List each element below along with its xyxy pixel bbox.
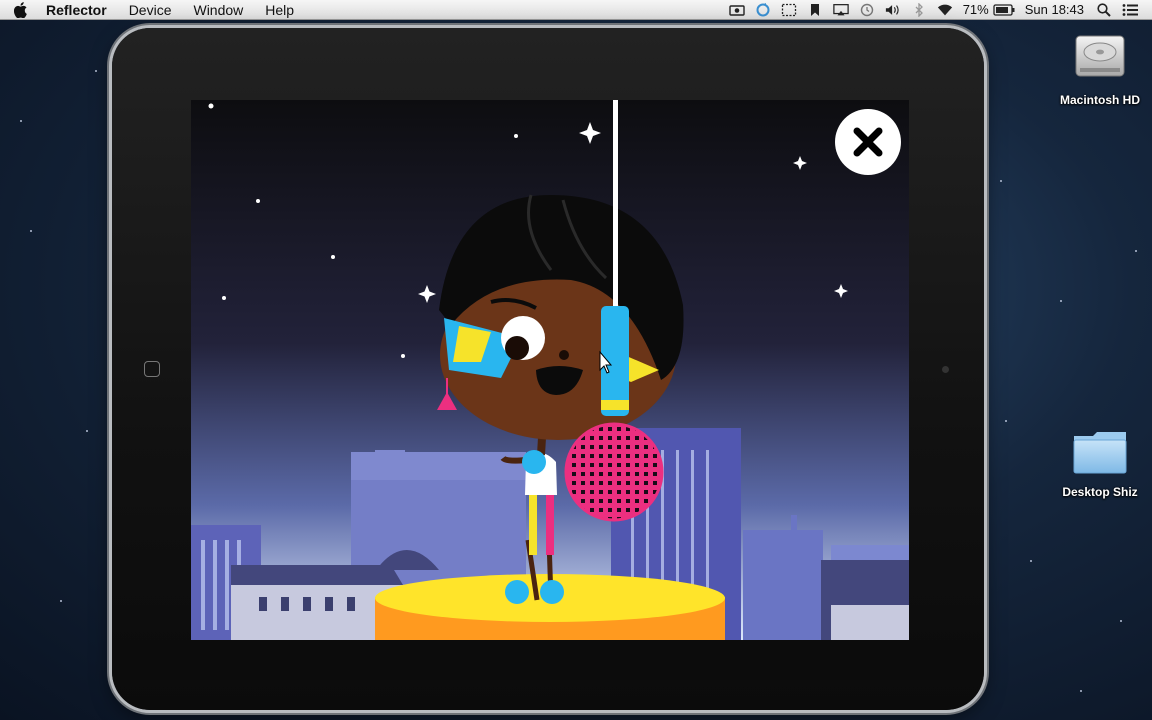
desktop-icon-macintosh-hd[interactable]: Macintosh HD (1045, 28, 1152, 107)
bookmark-icon[interactable] (807, 3, 823, 17)
time-machine-icon[interactable] (859, 3, 875, 17)
menu-help[interactable]: Help (265, 0, 294, 20)
folder-icon (1071, 428, 1129, 481)
game-scene (191, 100, 909, 640)
screen-select-icon[interactable] (781, 3, 797, 17)
front-camera (942, 366, 949, 373)
close-icon (851, 125, 885, 159)
home-button-icon[interactable] (144, 361, 160, 377)
desktop-icon-label: Desktop Shiz (1062, 485, 1138, 499)
battery-icon[interactable] (993, 3, 1015, 17)
menubar-clock[interactable]: Sun 18:43 (1025, 0, 1084, 20)
menu-device[interactable]: Device (129, 0, 172, 20)
menu-window[interactable]: Window (193, 0, 243, 20)
menu-app-name[interactable]: Reflector (46, 0, 107, 20)
battery-percent: 71% (962, 2, 989, 17)
wifi-icon[interactable] (937, 3, 953, 17)
camera-icon[interactable] (728, 3, 745, 17)
ipad-screen[interactable] (191, 100, 909, 640)
rooftop-right (821, 560, 909, 640)
bluetooth-icon[interactable] (911, 3, 927, 17)
desktop-icon-desktop-shiz[interactable]: Desktop Shiz (1045, 428, 1152, 499)
sync-icon[interactable] (755, 3, 771, 17)
notification-list-icon[interactable] (1122, 3, 1138, 17)
status-area: 71% Sun 18:43 (728, 0, 1152, 20)
airplay-icon[interactable] (832, 3, 849, 17)
hard-drive-icon (1072, 28, 1128, 89)
spotlight-icon[interactable] (1096, 3, 1112, 17)
desktop-icon-label: Macintosh HD (1059, 93, 1140, 107)
apple-icon[interactable] (14, 1, 30, 18)
menu-bar: Reflector Device Window Help 71% Sun 18:… (0, 0, 1152, 20)
volume-icon[interactable] (885, 3, 901, 17)
close-button[interactable] (835, 109, 901, 175)
